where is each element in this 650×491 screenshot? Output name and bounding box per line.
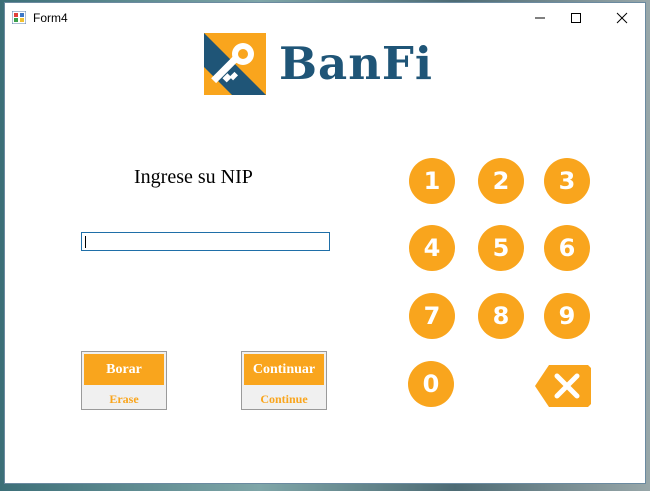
window-title: Form4	[33, 11, 68, 25]
close-icon	[616, 12, 628, 24]
erase-button-label: Borar	[84, 354, 164, 385]
keypad-key-1[interactable]: 1	[409, 158, 455, 204]
erase-button[interactable]: Borar Erase	[81, 351, 167, 410]
backspace-icon[interactable]	[535, 365, 591, 407]
text-caret	[85, 236, 86, 248]
keypad-key-0[interactable]: 0	[408, 361, 454, 407]
pin-input[interactable]	[81, 232, 330, 251]
maximize-icon	[571, 13, 581, 23]
title-bar: Form4	[5, 3, 645, 33]
continue-button-label: Continuar	[244, 354, 324, 385]
pin-prompt: Ingrese su NIP	[134, 166, 253, 188]
keypad-key-3[interactable]: 3	[544, 158, 590, 204]
keypad-key-8[interactable]: 8	[478, 293, 524, 339]
minimize-icon	[535, 17, 545, 19]
keypad-key-9[interactable]: 9	[544, 293, 590, 339]
keypad-key-6[interactable]: 6	[544, 225, 590, 271]
continue-button-sublabel: Continue	[244, 385, 324, 408]
app-icon	[12, 11, 26, 24]
keypad-key-7[interactable]: 7	[409, 293, 455, 339]
banfi-key-logo	[204, 33, 266, 95]
maximize-button[interactable]	[553, 3, 599, 33]
keypad-key-4[interactable]: 4	[409, 225, 455, 271]
keypad-key-2[interactable]: 2	[478, 158, 524, 204]
brand-name: BanFi	[279, 37, 433, 90]
keypad-key-5[interactable]: 5	[478, 225, 524, 271]
form4-window: Form4 BanFi Ingrese su NIP Borar Erase C…	[4, 2, 646, 484]
continue-button[interactable]: Continuar Continue	[241, 351, 327, 410]
erase-button-sublabel: Erase	[84, 385, 164, 408]
close-button[interactable]	[599, 3, 645, 33]
